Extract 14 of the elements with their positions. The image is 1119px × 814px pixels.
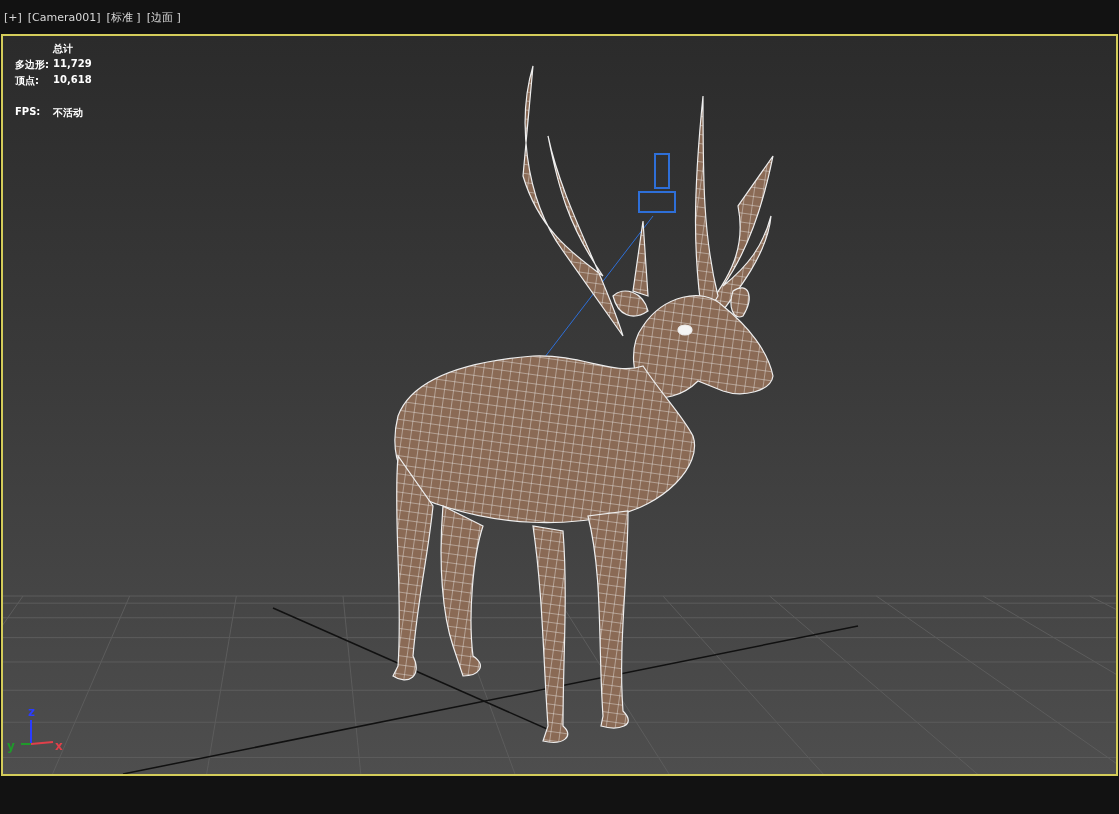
axis-label: x (55, 739, 63, 753)
stat-value: 11,729 (53, 58, 92, 71)
axis-label: z (28, 705, 35, 719)
viewport-menu-label[interactable]: [+] (4, 10, 22, 24)
stats-heading: 总计 (53, 42, 74, 56)
axis-label: y (7, 739, 15, 753)
fps-value: 不活动 (53, 106, 84, 120)
stat-label: 多边形: (15, 58, 49, 72)
fps-label: FPS: (15, 106, 42, 119)
stat-label: 顶点: (15, 74, 40, 88)
viewport-menu-label[interactable]: [Camera001] (27, 10, 101, 24)
viewport-menu-label[interactable]: [标准 ] (106, 9, 141, 25)
viewport-menu-label[interactable]: [边面 ] (146, 9, 181, 25)
stat-value: 10,618 (53, 74, 92, 87)
